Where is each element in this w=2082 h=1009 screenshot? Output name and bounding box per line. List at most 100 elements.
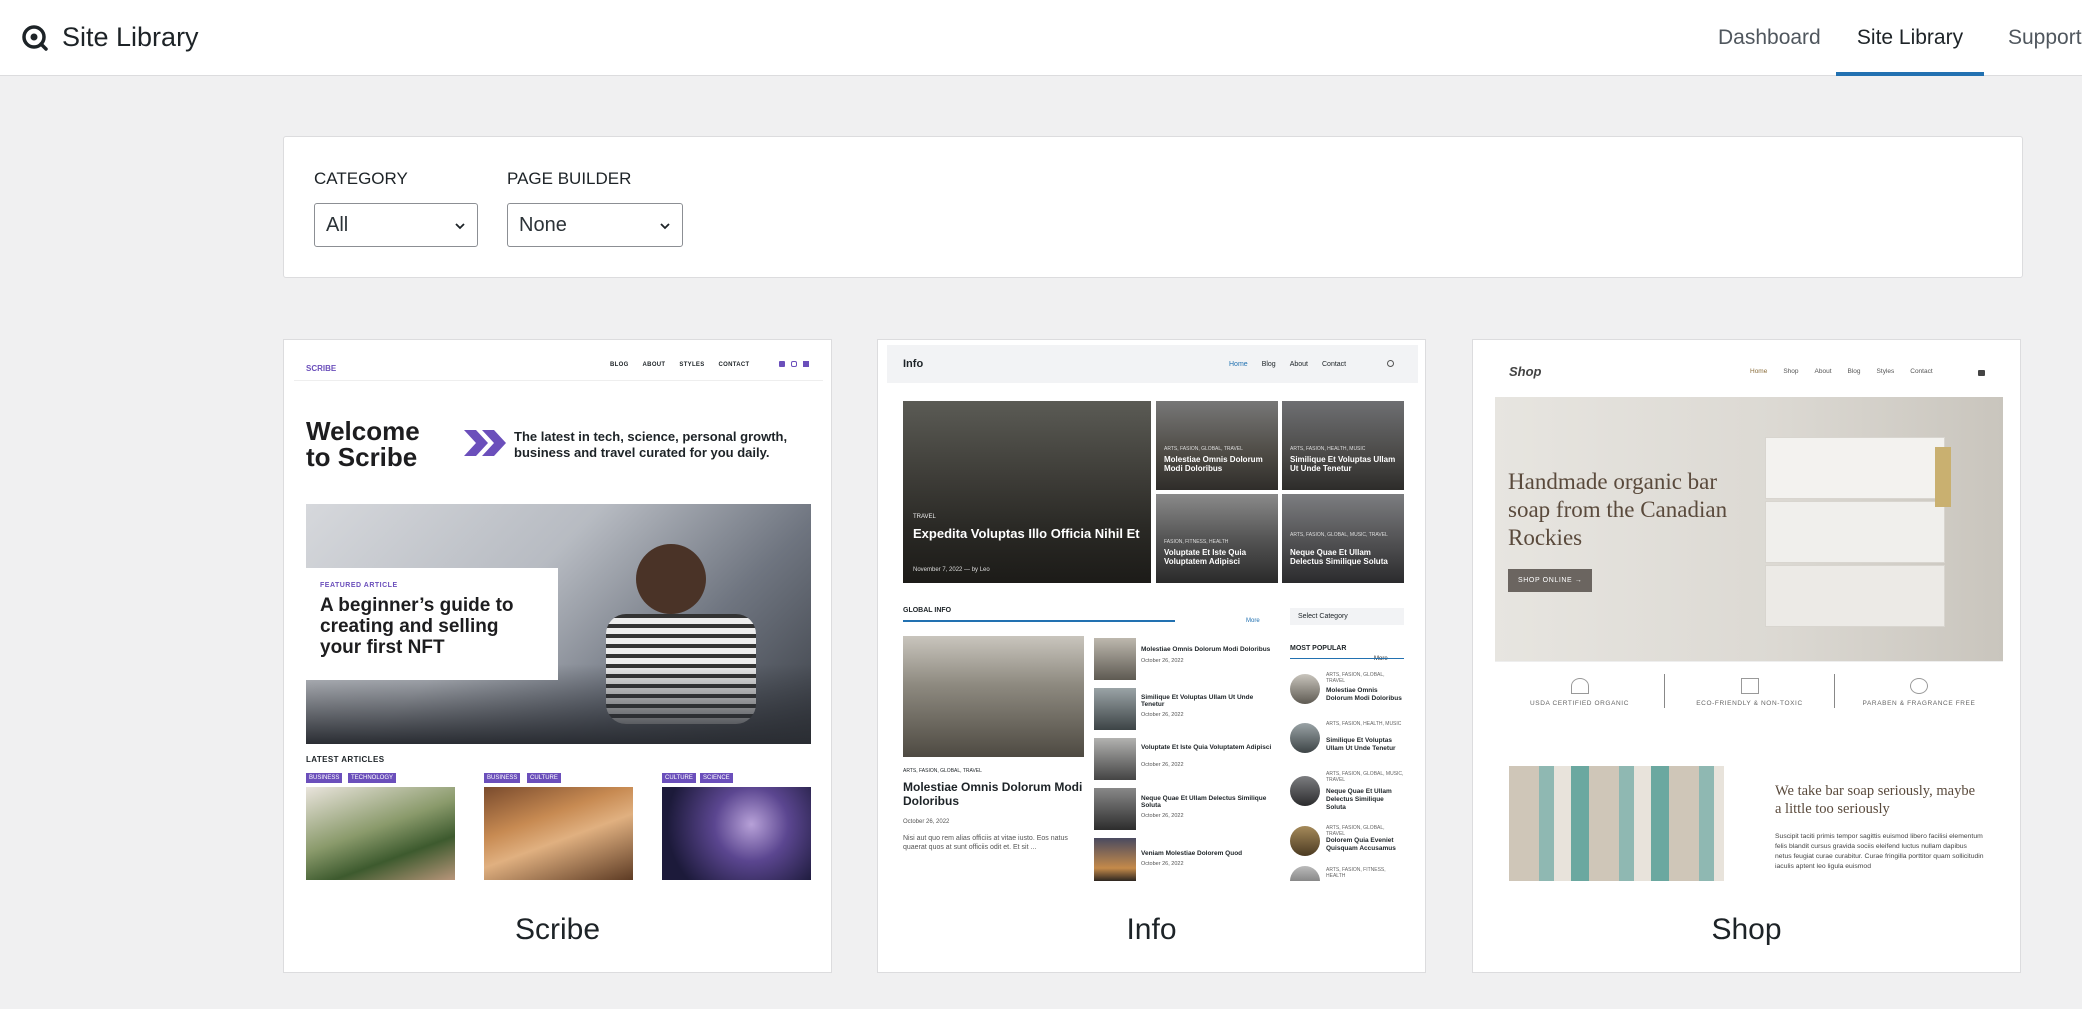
tab-site-library[interactable]: Site Library [1836,0,1984,76]
hero-image: TRAVEL Expedita Voluptas Illo Officia Ni… [903,401,1151,583]
list-date: October 26, 2022 [1141,658,1184,664]
list-thumb [1094,738,1136,780]
double-chevron-icon [464,430,506,456]
template-card-scribe[interactable]: SCRIBE BLOG ABOUT STYLES CONTACT Welcome… [283,339,832,973]
social-icons [779,361,809,367]
preview-nav-item: BLOG [610,362,629,368]
tile-image: ARTS, FASION, GLOBAL, TRAVEL Molestiae O… [1156,401,1278,490]
popular-category: ARTS, FASION, HEALTH, MUSIC [1326,721,1402,727]
tile-image: ARTS, FASION, GLOBAL, MUSIC, TRAVEL Nequ… [1282,494,1404,583]
page-builder-select[interactable]: None [507,203,683,247]
preview-nav-item: About [1289,361,1308,368]
cart-icon [1978,370,1985,376]
tag: BUSINESS [484,773,521,783]
popular-category: ARTS, FASION, FITNESS, HEALTH [1326,867,1386,879]
category-select[interactable]: All [314,203,478,247]
preview-brand: Info [903,358,924,370]
template-name: Scribe [514,913,601,946]
feature: ECO-FRIENDLY & NON-TOXIC [1665,662,1834,707]
article-date: October 26, 2022 [903,819,950,825]
tile-image: ARTS, FASION, HEALTH, MUSIC Similique Et… [1282,401,1404,490]
section-underline [1290,658,1404,659]
preview-brand: Shop [1509,364,1542,379]
preview-nav: Home Shop About Blog Styles Contact [1750,368,1933,375]
more-link: More [1374,656,1388,662]
popular-title: Dolorem Quia Eveniet Quisquam Accusamus [1326,837,1396,852]
template-preview-scribe: SCRIBE BLOG ABOUT STYLES CONTACT Welcome… [284,340,833,881]
preview-nav-item: Home [1750,368,1768,375]
top-bar: Site Library Dashboard Site Library Supp… [0,0,2082,76]
soap-bar [1765,501,1945,563]
template-card-shop[interactable]: Shop Home Shop About Blog Styles Contact… [1472,339,2021,973]
featured-box: FEATURED ARTICLE A beginner’s guide to c… [306,568,558,680]
category-value: All [326,214,349,236]
list-title: Neque Quae Et Ullam Delectus Similique S… [1141,795,1267,809]
preview-nav: Home Blog About Contact [1229,361,1346,368]
feature-label: PARABEN & FRAGRANCE FREE [1862,700,1976,707]
tile-title: Voluptate Et Iste Quia Voluptatem Adipis… [1164,548,1247,566]
article-image [306,787,455,880]
hero-text: The latest in tech, science, personal gr… [514,429,788,460]
popular-category: ARTS, FASION, GLOBAL, TRAVEL [1326,825,1385,837]
tag: BUSINESS [306,773,343,783]
popular-title: Similique Et Voluptas Ullam Ut Unde Tene… [1326,737,1396,752]
tag: SCIENCE [700,773,733,783]
chevron-down-icon [455,223,465,230]
template-card-info[interactable]: Info Home Blog About Contact TRAVEL Expe… [877,339,1426,973]
popular-thumb [1290,866,1320,881]
tile-image: FASION, FITNESS, HEALTH Voluptate Et Ist… [1156,494,1278,583]
list-date: October 26, 2022 [1141,813,1184,819]
preview-nav-item: STYLES [679,362,705,368]
popular-category: ARTS, FASION, GLOBAL, MUSIC, TRAVEL [1326,771,1404,783]
article-image [484,787,633,880]
list-date: October 26, 2022 [1141,712,1184,718]
template-preview-shop: Shop Home Shop About Blog Styles Contact… [1473,340,2022,881]
page-builder-label: PAGE BUILDER [507,169,632,188]
article-title: Molestiae Omnis Dolorum Modi Doloribus [903,780,1083,808]
preview-nav-item: Blog [1847,368,1861,375]
sprout-icon [1570,678,1589,694]
template-preview-info: Info Home Blog About Contact TRAVEL Expe… [878,340,1427,881]
popular-title: Neque Quae Et Ullam Delectus Similique S… [1326,788,1392,811]
preview-nav-item: CONTACT [718,362,750,368]
chevron-down-icon [660,223,670,230]
preview-nav-item: Contact [1322,361,1347,368]
feature: USDA CERTIFIED ORGANIC [1495,662,1664,707]
popular-thumb [1290,674,1320,704]
list-date: October 26, 2022 [1141,762,1184,768]
select-category: Select Category [1290,608,1404,625]
preview-nav-item: ABOUT [642,362,666,368]
feature: PARABEN & FRAGRANCE FREE [1835,662,2003,707]
list-date: October 26, 2022 [1141,861,1184,867]
feature-label: ECO-FRIENDLY & NON-TOXIC [1696,700,1803,707]
leaf-icon [1910,678,1928,694]
featured-title: A beginner’s guide to creating and selli… [320,595,514,658]
omega-logo-icon [22,25,48,51]
latest-label: LATEST ARTICLES [306,755,385,764]
article-category: ARTS, FASION, GLOBAL, TRAVEL [903,768,982,774]
list-thumb [1094,788,1136,830]
tab-dashboard[interactable]: Dashboard [1718,0,1821,75]
soap-stack-image [1509,766,1724,881]
tile-category: ARTS, FASION, HEALTH, MUSIC [1290,446,1366,452]
preview-brand: SCRIBE [306,364,337,373]
tile-category: ARTS, FASION, GLOBAL, MUSIC, TRAVEL [1290,532,1388,538]
factory-icon [1740,678,1759,694]
preview-nav-item: Blog [1261,361,1276,368]
list-thumb [1094,838,1136,881]
popular-label: MOST POPULAR [1290,645,1347,652]
popular-thumb [1290,776,1320,806]
article-image [662,787,811,880]
list-thumb [1094,688,1136,730]
popular-thumb [1290,826,1320,856]
category-label: CATEGORY [314,169,408,188]
instagram-icon [791,361,797,367]
about-title: We take bar soap seriously, maybe a litt… [1775,783,1976,817]
hero-title-line: to Scribe [306,442,418,472]
popular-thumb [1290,723,1320,753]
about-text: Suscipit taciti primis tempor sagittis e… [1775,833,1984,870]
preview-nav-item: Styles [1876,368,1895,375]
search-icon [1387,360,1394,367]
tab-support[interactable]: Support [2008,0,2082,75]
article-image [903,636,1084,757]
